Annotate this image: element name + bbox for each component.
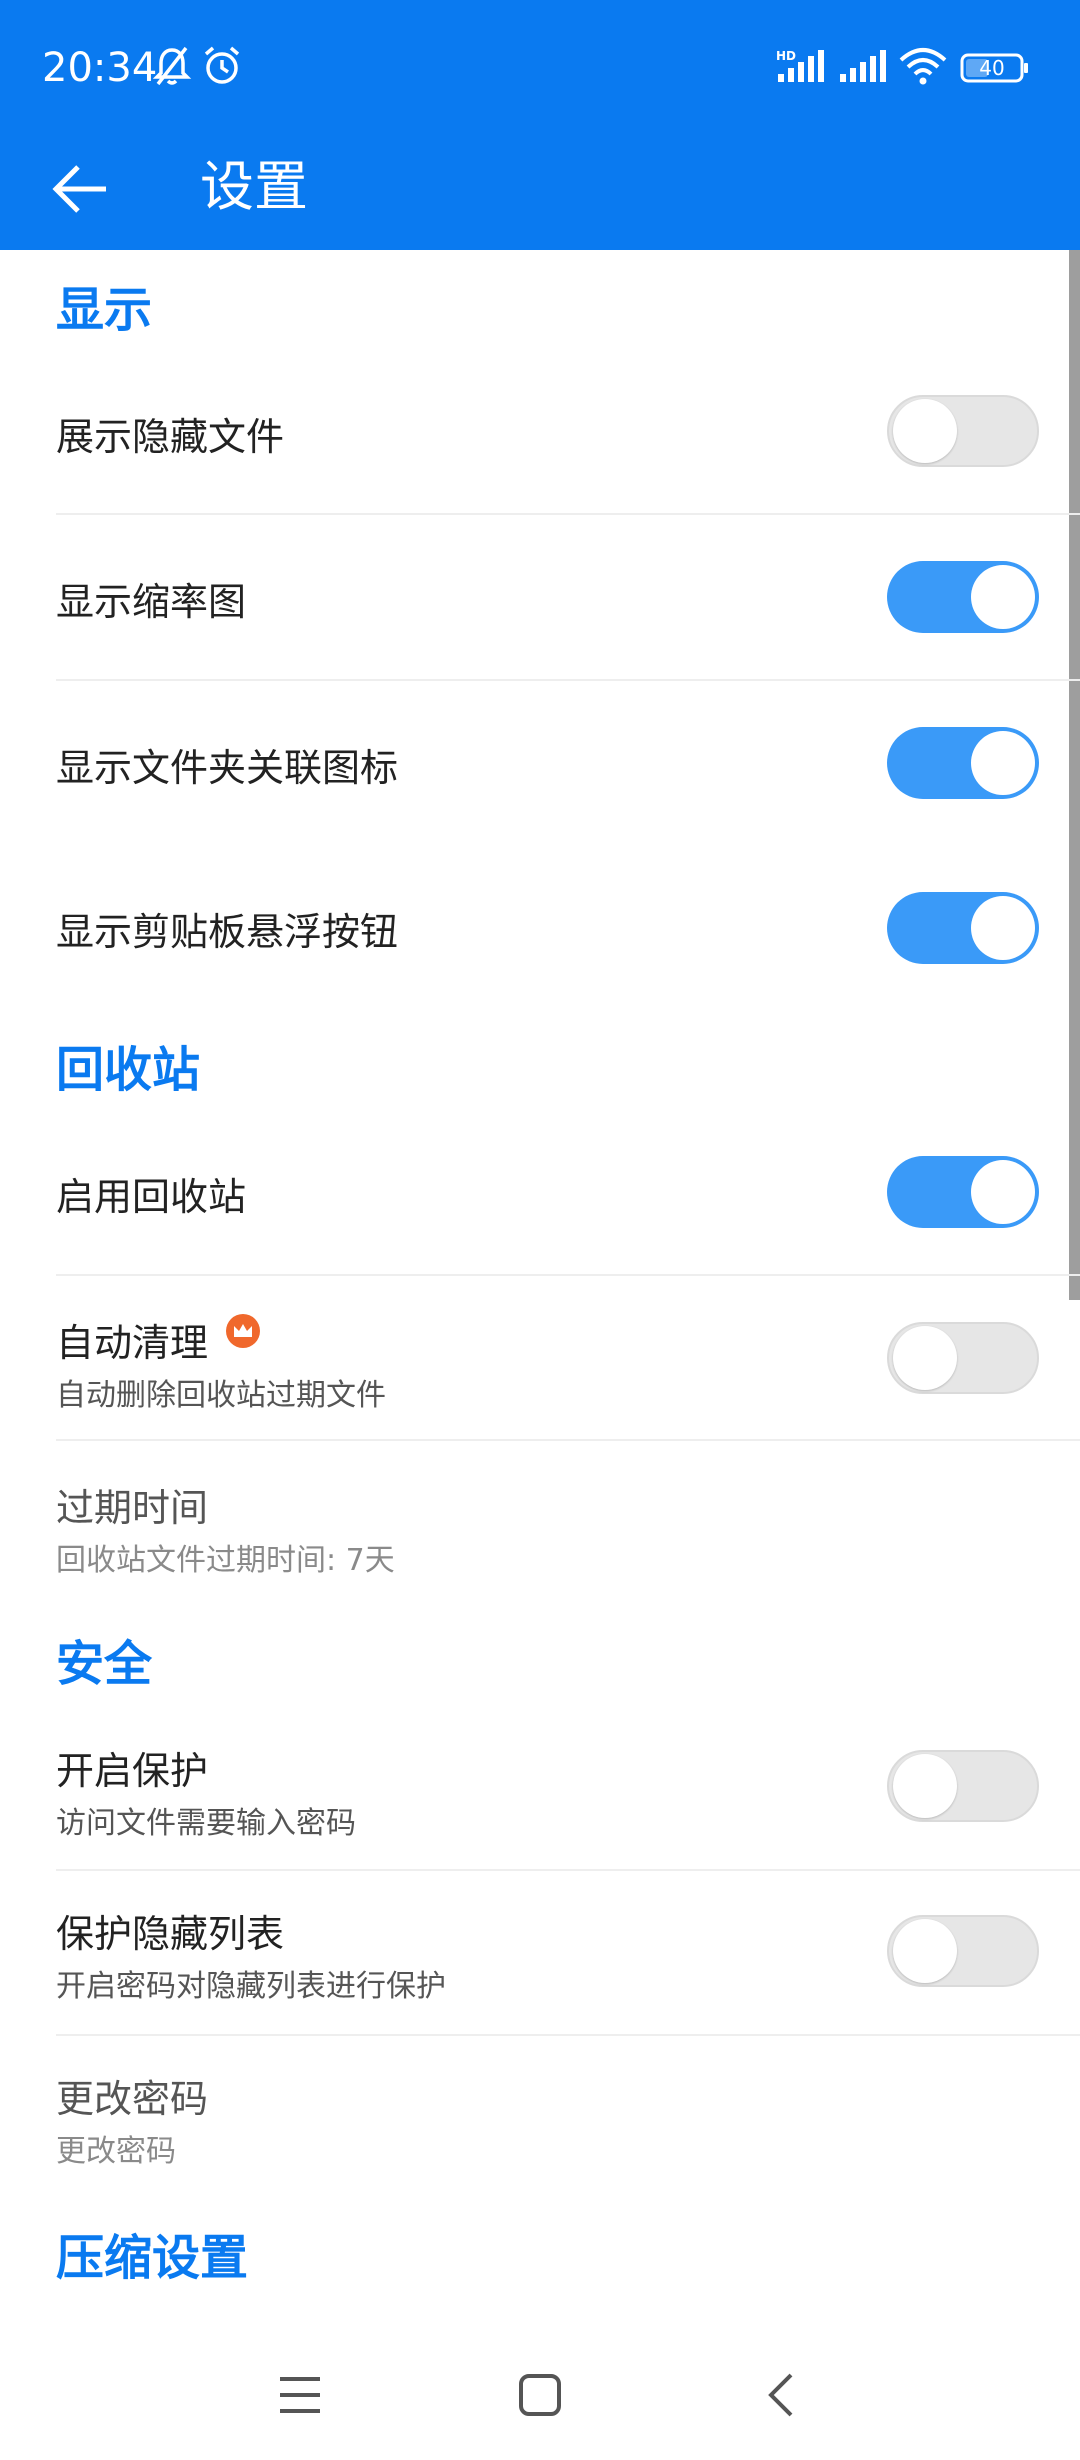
- setting-show-thumbnails[interactable]: 显示缩率图: [0, 515, 1080, 679]
- back-button[interactable]: [38, 147, 122, 231]
- menu-button[interactable]: [255, 2350, 345, 2440]
- home-button[interactable]: [495, 2350, 585, 2440]
- setting-change-password[interactable]: 更改密码 更改密码: [0, 2036, 1080, 2200]
- setting-subtitle: 更改密码: [56, 2134, 176, 2169]
- toggle-knob: [893, 1754, 957, 1818]
- setting-title: 启用回收站: [56, 1175, 247, 1219]
- setting-subtitle: 访问文件需要输入密码: [56, 1806, 356, 1841]
- toggle-knob: [893, 1919, 957, 1983]
- arrow-left-icon: [52, 165, 106, 213]
- signal-icon: [838, 48, 888, 88]
- svg-text:HD: HD: [776, 49, 796, 63]
- alarm-icon: [200, 44, 244, 92]
- folder-icons-toggle[interactable]: [887, 727, 1039, 799]
- protect-hidden-list-toggle[interactable]: [887, 1915, 1039, 1987]
- setting-title: 显示缩率图: [56, 580, 247, 624]
- back-nav-button[interactable]: [735, 2350, 825, 2440]
- toggle-knob: [971, 1160, 1035, 1224]
- status-time: 20:34: [42, 45, 158, 91]
- setting-enable-protection[interactable]: 开启保护 访问文件需要输入密码: [0, 1704, 1080, 1868]
- title-row: 设置: [0, 135, 1080, 250]
- battery-icon: 40: [960, 52, 1030, 88]
- setting-title: 显示剪贴板悬浮按钮: [56, 910, 399, 954]
- section-header-recycle: 回收站: [56, 1042, 201, 1098]
- back-chevron-icon: [768, 2373, 793, 2417]
- toggle-knob: [893, 1326, 957, 1390]
- setting-enable-recycle[interactable]: 启用回收站: [0, 1110, 1080, 1274]
- home-square-icon: [519, 2374, 561, 2416]
- clipboard-button-toggle[interactable]: [887, 892, 1039, 964]
- setting-title: 开启保护: [56, 1749, 209, 1793]
- battery-level: 40: [979, 56, 1005, 80]
- section-header-compression: 压缩设置: [56, 2230, 249, 2286]
- app-bar: 20:34 HD 40 设置: [0, 0, 1080, 250]
- setting-subtitle: 自动删除回收站过期文件: [56, 1378, 386, 1413]
- wifi-icon: [898, 46, 948, 90]
- crown-icon: [226, 1314, 260, 1348]
- section-header-security: 安全: [56, 1636, 153, 1692]
- setting-title: 保护隐藏列表: [56, 1912, 285, 1956]
- show-hidden-files-toggle[interactable]: [887, 395, 1039, 467]
- setting-title: 更改密码: [56, 2077, 209, 2121]
- setting-folder-icons[interactable]: 显示文件夹关联图标: [0, 681, 1080, 845]
- toggle-knob: [971, 731, 1035, 795]
- setting-title: 过期时间: [56, 1486, 209, 1530]
- show-thumbnails-toggle[interactable]: [887, 561, 1039, 633]
- section-header-display: 显示: [56, 282, 153, 338]
- setting-expire-time[interactable]: 过期时间 回收站文件过期时间: 7天: [0, 1441, 1080, 1605]
- status-bar: 20:34 HD 40: [0, 0, 1080, 135]
- setting-title: 自动清理: [56, 1321, 209, 1365]
- enable-protection-toggle[interactable]: [887, 1750, 1039, 1822]
- bell-off-icon: [152, 44, 192, 92]
- setting-show-hidden-files[interactable]: 展示隐藏文件: [0, 350, 1080, 512]
- toggle-knob: [893, 399, 957, 463]
- system-nav-bar: [0, 2330, 1080, 2460]
- setting-auto-clean[interactable]: 自动清理 自动删除回收站过期文件: [0, 1276, 1080, 1440]
- setting-subtitle: 开启密码对隐藏列表进行保护: [56, 1969, 446, 2004]
- setting-subtitle: 回收站文件过期时间: 7天: [56, 1543, 395, 1578]
- hd-signal-icon: HD: [776, 48, 828, 88]
- toggle-knob: [971, 896, 1035, 960]
- toggle-knob: [971, 565, 1035, 629]
- enable-recycle-toggle[interactable]: [887, 1156, 1039, 1228]
- menu-icon: [280, 2377, 320, 2413]
- auto-clean-toggle[interactable]: [887, 1322, 1039, 1394]
- setting-title: 显示文件夹关联图标: [56, 746, 399, 790]
- setting-protect-hidden-list[interactable]: 保护隐藏列表 开启密码对隐藏列表进行保护: [0, 1871, 1080, 2035]
- setting-title: 展示隐藏文件: [56, 415, 285, 459]
- setting-clipboard-button[interactable]: 显示剪贴板悬浮按钮: [0, 845, 1080, 1009]
- page-title: 设置: [200, 155, 308, 218]
